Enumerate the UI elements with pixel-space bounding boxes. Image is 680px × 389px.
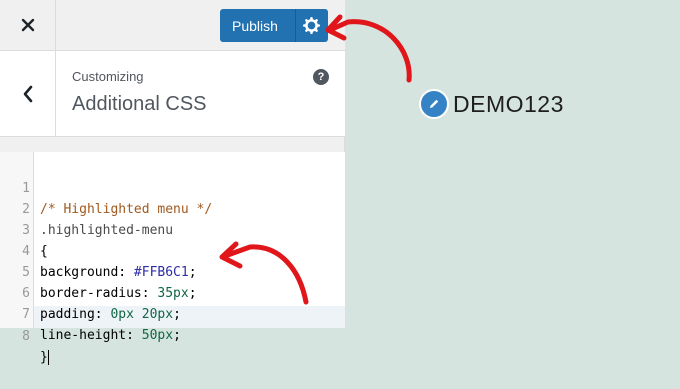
code-line: 2 .highlighted-menu <box>0 178 173 238</box>
css-value: 35px <box>157 286 189 301</box>
code-text: border-radius: 35px; <box>40 283 197 304</box>
code-line: 4 background: #FFB6C1; <box>0 220 196 280</box>
css-punct: ; <box>173 328 181 343</box>
gear-icon[interactable] <box>303 17 320 34</box>
section-title: Additional CSS <box>72 93 207 115</box>
help-icon[interactable]: ? <box>313 69 329 85</box>
css-code-editor[interactable]: 1 /* Highlighted menu */ 2 .highlighted-… <box>0 152 345 365</box>
customizer-topbar: Publish <box>0 0 345 51</box>
back-button[interactable] <box>0 51 56 136</box>
chevron-left-icon <box>23 85 32 102</box>
code-text: line-height: 50px; <box>40 325 181 346</box>
site-title[interactable]: DEMO123 <box>453 91 564 118</box>
line-number: 8 <box>22 329 30 344</box>
css-property: line-height: <box>40 328 142 343</box>
css-punct: ; <box>188 265 197 280</box>
code-line: 1 /* Highlighted menu */ <box>0 157 212 217</box>
code-line: 3 { <box>0 199 48 259</box>
code-line: 7 line-height: 50px; <box>0 283 181 343</box>
css-value: 50px <box>141 328 174 343</box>
css-punct: ; <box>173 307 181 322</box>
code-line: 5 border-radius: 35px; <box>0 241 196 301</box>
code-text: padding: 0px 20px; <box>40 304 181 325</box>
css-space <box>134 307 142 322</box>
code-line: 8 } <box>0 305 49 365</box>
code-text: } <box>40 347 49 368</box>
code-text: .highlighted-menu <box>40 223 174 238</box>
text-caret <box>47 350 49 365</box>
code-text: background: #FFB6C1; <box>40 262 197 283</box>
css-value: 0px <box>110 307 134 322</box>
code-brace: } <box>40 350 48 365</box>
code-line: 6 padding: 0px 20px; <box>0 262 181 322</box>
css-property: border-radius: <box>40 286 158 301</box>
css-property: padding: <box>40 307 111 322</box>
pencil-icon <box>430 99 439 108</box>
customizer-sidebar: Publish Customizing Additional CSS ? 1 /… <box>0 0 345 365</box>
css-punct: ; <box>188 286 197 301</box>
button-divider <box>295 9 296 42</box>
edit-shortcut-button[interactable] <box>419 89 449 119</box>
publish-button-group: Publish <box>220 9 328 42</box>
css-value: #FFB6C1 <box>133 265 189 280</box>
css-property: background: <box>40 265 134 280</box>
publish-button[interactable]: Publish <box>232 18 278 34</box>
css-value: 20px <box>141 307 174 322</box>
code-text: /* Highlighted menu */ <box>40 202 213 217</box>
section-header: Customizing Additional CSS ? <box>0 51 345 137</box>
breadcrumb: Customizing <box>72 69 144 84</box>
close-icon <box>21 18 34 32</box>
close-button[interactable] <box>0 0 56 50</box>
